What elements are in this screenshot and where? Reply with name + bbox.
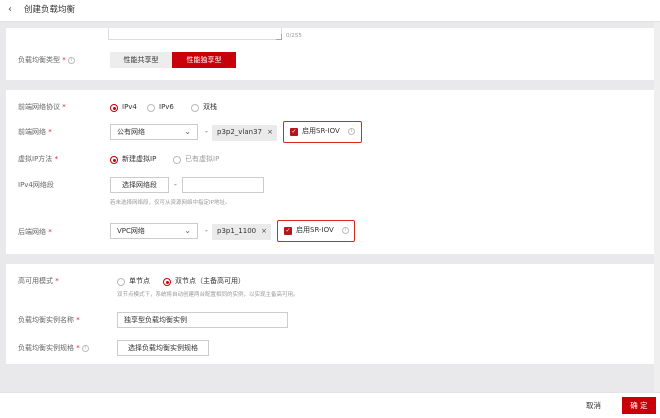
close-icon[interactable]: × [267, 128, 273, 137]
chevron-down-icon: ⌄ [184, 226, 191, 235]
section-lb-type: 0/255 负载均衡类型 * i 性能共享型 性能独享型 [6, 28, 654, 80]
select-instance-spec-button[interactable]: 选择负载均衡实例规格 [117, 340, 209, 356]
chevron-down-icon: ⌄ [184, 127, 191, 136]
ipv4-segment-input[interactable] [182, 177, 264, 193]
radio-dual-node-label: 双节点（主备高可用） [175, 277, 245, 285]
footer-bar: 取消 确 定 [0, 392, 660, 418]
lb-type-dedicated-button[interactable]: 性能独享型 [172, 52, 236, 68]
radio-dual-node[interactable] [163, 278, 171, 286]
radio-single-node-label: 单节点 [129, 277, 150, 285]
separator-dash: - [174, 180, 177, 189]
lb-type-label: 负载均衡类型 * i [18, 56, 75, 65]
cancel-button[interactable]: 取消 [586, 401, 601, 411]
radio-ipv4-label: IPv4 [122, 103, 137, 111]
frontend-network-tag: p3p2_vlan37 × [212, 125, 277, 141]
section-network: 前端网络协议 * IPv4 IPv6 双栈 前端网络 * 公有网络 ⌄ - p3… [6, 90, 654, 254]
frontend-sriov-label: 启用SR-IOV [302, 127, 340, 135]
frontend-network-select[interactable]: 公有网络 ⌄ [110, 124, 198, 140]
radio-existing-vip[interactable] [173, 156, 181, 164]
frontend-protocol-label: 前端网络协议 * [18, 103, 66, 111]
page-title: 创建负载均衡 [24, 5, 76, 15]
info-icon: i [348, 128, 355, 135]
radio-new-vip[interactable] [110, 156, 118, 164]
ha-mode-hint: 双节点模式下，系统将自动创建两台配置相同的实例，以实现主备高可用。 [117, 292, 299, 298]
chevron-left-icon[interactable]: ‹ [8, 5, 12, 15]
select-segment-button[interactable]: 选择网络段 [110, 177, 169, 193]
instance-spec-label: 负载均衡实例规格 * i [18, 344, 89, 353]
radio-ipv6-label: IPv6 [159, 103, 174, 111]
info-icon: i [342, 227, 349, 234]
info-icon: i [67, 56, 75, 64]
instance-name-input[interactable]: 独享型负载均衡实例 [117, 312, 288, 328]
resize-handle-icon [276, 34, 282, 40]
backend-sriov-checkbox[interactable]: ✓ [284, 227, 292, 235]
info-icon: i [81, 344, 89, 352]
backend-sriov-highlight: ✓ 启用SR-IOV i [277, 220, 355, 242]
close-icon[interactable]: × [261, 227, 267, 236]
confirm-button[interactable]: 确 定 [622, 397, 656, 414]
scrollbar[interactable] [654, 22, 660, 392]
frontend-network-label: 前端网络 * [18, 128, 52, 136]
frontend-sriov-highlight: ✓ 启用SR-IOV i [283, 121, 362, 143]
ipv4-segment-hint: 若未选择网络段，仅可从资源网络中指定IP地址。 [110, 200, 231, 206]
radio-new-vip-label: 新建虚拟IP [122, 155, 157, 163]
backend-sriov-label: 启用SR-IOV [296, 226, 334, 234]
instance-name-label: 负载均衡实例名称 * [18, 316, 80, 324]
textarea-remnant[interactable] [108, 28, 282, 40]
radio-dual-stack-label: 双栈 [203, 103, 217, 111]
radio-ipv4[interactable] [110, 104, 118, 112]
backend-network-label: 后端网络 * [18, 228, 52, 236]
lb-type-shared-button[interactable]: 性能共享型 [110, 52, 172, 68]
char-counter: 0/255 [286, 33, 302, 39]
vip-method-label: 虚拟IP方法 * [18, 155, 59, 163]
ipv4-segment-label: IPv4网络段 [18, 181, 54, 189]
section-instance: 高可用模式 * 单节点 双节点（主备高可用） 双节点模式下，系统将自动创建两台配… [6, 264, 654, 364]
page-header: ‹ 创建负载均衡 [0, 0, 660, 22]
radio-ipv6[interactable] [147, 104, 155, 112]
radio-dual-stack[interactable] [191, 104, 199, 112]
radio-single-node[interactable] [117, 278, 125, 286]
frontend-sriov-checkbox[interactable]: ✓ [290, 128, 298, 136]
separator-dash: - [205, 127, 208, 136]
backend-network-select[interactable]: VPC网络 ⌄ [110, 223, 198, 239]
backend-network-tag: p3p1_1100 × [212, 224, 271, 240]
separator-dash: - [205, 226, 208, 235]
ha-mode-label: 高可用模式 * [18, 277, 59, 285]
radio-existing-vip-label: 已有虚拟IP [185, 155, 220, 163]
